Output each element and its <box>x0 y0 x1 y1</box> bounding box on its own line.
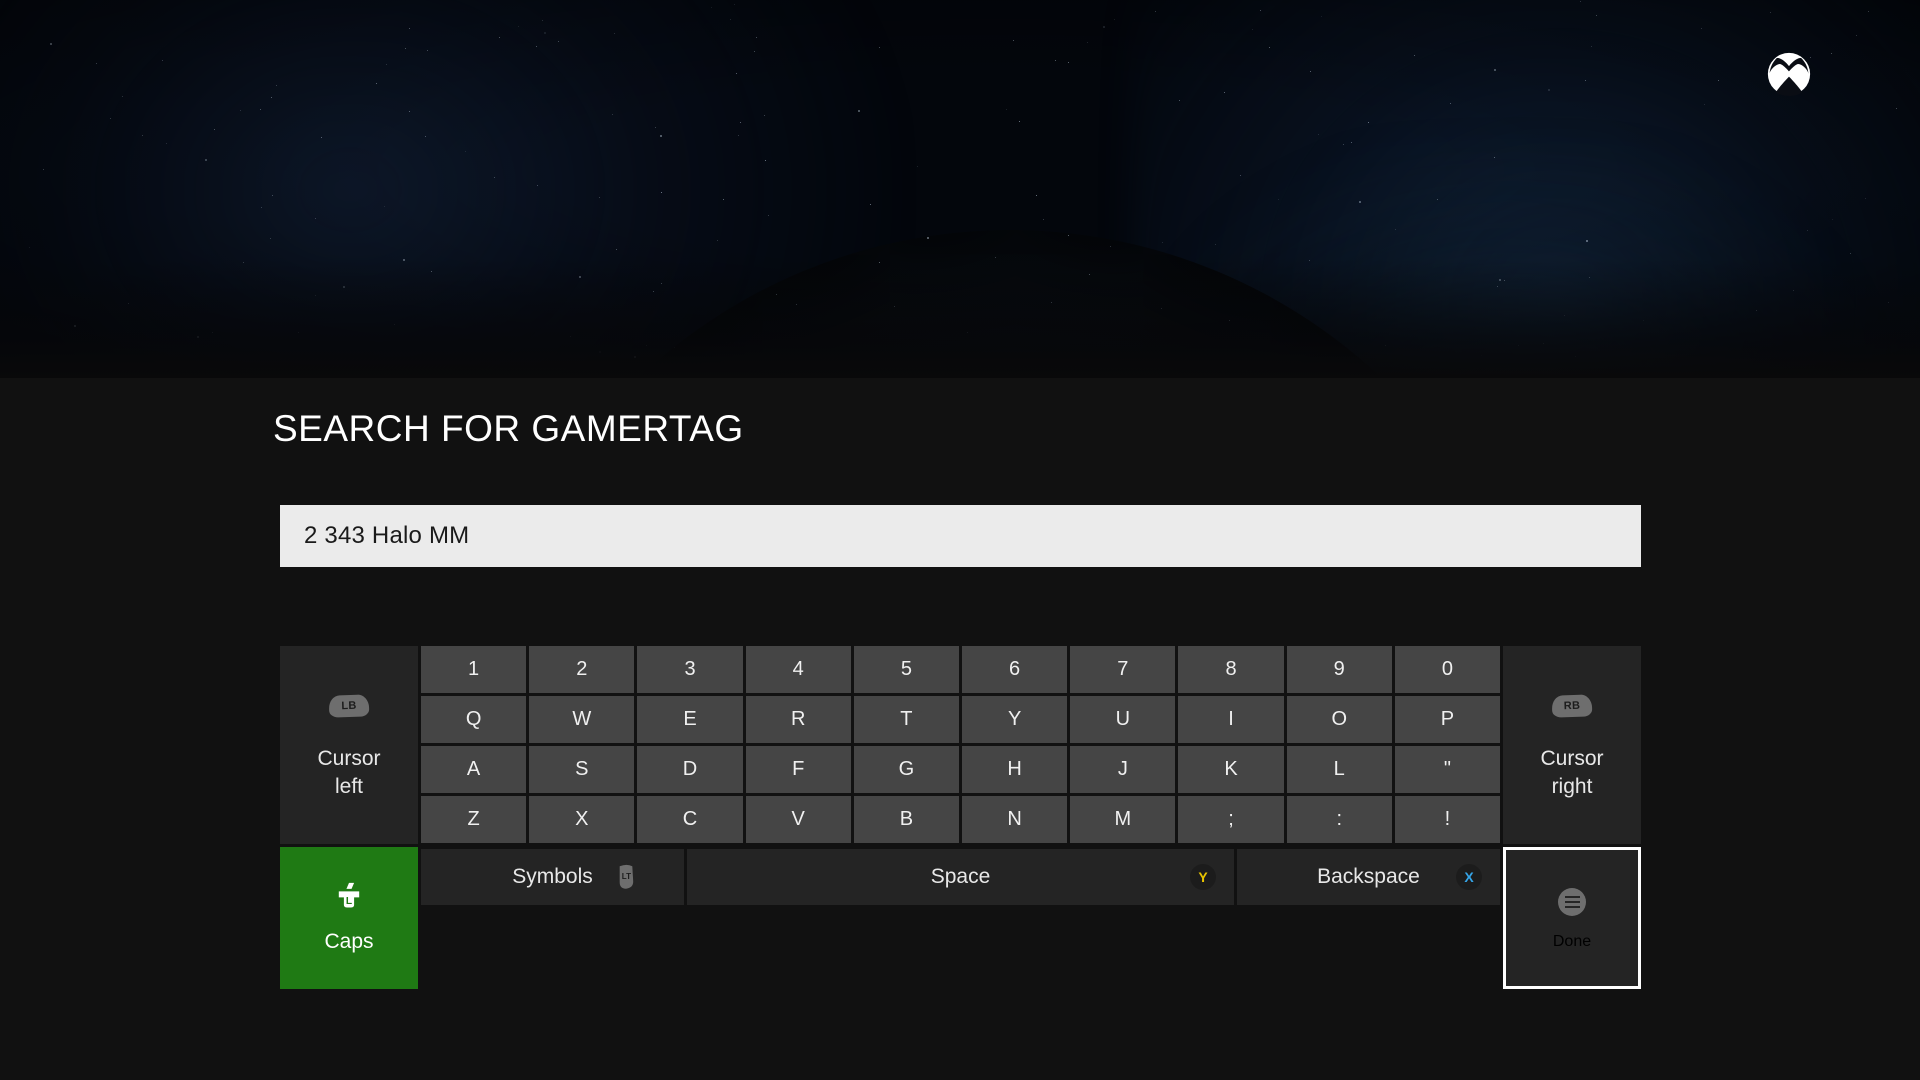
xbox-keyboard-screen: SEARCH FOR GAMERTAG 2 343 Halo MM LB Cur… <box>0 0 1920 1080</box>
key-1[interactable]: 1 <box>421 646 527 693</box>
key-s[interactable]: S <box>529 746 635 793</box>
menu-line-3 <box>1564 906 1580 908</box>
lt-trigger-icon: LT <box>614 864 638 891</box>
key-x[interactable]: X <box>529 796 635 843</box>
key-j[interactable]: J <box>1070 746 1176 793</box>
search-input[interactable]: 2 343 Halo MM <box>280 505 1641 567</box>
cursor-right-label: Cursor right <box>1540 745 1603 802</box>
rb-bumper-icon: RB <box>1551 689 1593 723</box>
hero-bottom-fade <box>0 258 1920 378</box>
key-k[interactable]: K <box>1178 746 1284 793</box>
lt-trigger-icon: L <box>332 880 366 914</box>
key-q[interactable]: Q <box>421 696 527 743</box>
cursor-left-button[interactable]: LB Cursor left <box>280 646 418 844</box>
virtual-keyboard: LB Cursor left L Caps 1 2 3 4 5 6 7 8 9 … <box>280 646 1643 1030</box>
keyboard-left-column: LB Cursor left L Caps <box>280 646 418 989</box>
cursor-right-label-line2: right <box>1551 775 1593 798</box>
caps-label: Caps <box>324 929 374 953</box>
lb-bumper-label: LB <box>328 693 370 718</box>
svg-text:L: L <box>346 896 352 907</box>
key-z[interactable]: Z <box>421 796 527 843</box>
key-w[interactable]: W <box>529 696 635 743</box>
key-3[interactable]: 3 <box>637 646 743 693</box>
key-colon[interactable]: : <box>1286 796 1392 843</box>
keyboard-panel: SEARCH FOR GAMERTAG 2 343 Halo MM LB Cur… <box>0 378 1920 1080</box>
page-title: SEARCH FOR GAMERTAG <box>273 408 744 449</box>
menu-line-1 <box>1564 896 1580 898</box>
menu-line-2 <box>1564 901 1580 903</box>
keyboard-right-column: RB Cursor right Done <box>1501 646 1643 991</box>
key-e[interactable]: E <box>637 696 743 743</box>
key-a[interactable]: A <box>421 746 527 793</box>
x-button-icon: X <box>1456 864 1482 890</box>
key-p[interactable]: P <box>1394 696 1501 743</box>
key-2[interactable]: 2 <box>529 646 635 693</box>
keyboard-bottom-row: Symbols LT Space Y Backspace X <box>421 849 1500 905</box>
key-d[interactable]: D <box>637 746 743 793</box>
key-c[interactable]: C <box>637 796 743 843</box>
key-o[interactable]: O <box>1286 696 1392 743</box>
cursor-left-label-line2: left <box>334 775 363 798</box>
key-r[interactable]: R <box>745 696 851 743</box>
x-button-label: X <box>1456 864 1482 890</box>
key-8[interactable]: 8 <box>1178 646 1284 693</box>
done-label: Done <box>1552 933 1592 950</box>
key-t[interactable]: T <box>853 696 960 743</box>
cursor-left-label: Cursor left <box>317 745 380 802</box>
rb-bumper-label: RB <box>1551 693 1593 718</box>
key-m[interactable]: M <box>1070 796 1176 843</box>
key-l[interactable]: L <box>1286 746 1392 793</box>
key-semicolon[interactable]: ; <box>1178 796 1284 843</box>
y-button-icon: Y <box>1190 864 1216 890</box>
key-7[interactable]: 7 <box>1070 646 1176 693</box>
keyboard-row-numbers: 1 2 3 4 5 6 7 8 9 0 <box>421 646 1501 693</box>
backspace-button[interactable]: Backspace X <box>1237 849 1500 905</box>
space-label: Space <box>930 865 991 888</box>
keyboard-key-grid: 1 2 3 4 5 6 7 8 9 0 Q W E R T Y U I O P … <box>421 646 1501 846</box>
symbols-button[interactable]: Symbols LT <box>421 849 684 905</box>
key-g[interactable]: G <box>853 746 960 793</box>
key-h[interactable]: H <box>962 746 1068 793</box>
keyboard-row-qwerty: Q W E R T Y U I O P <box>421 696 1501 743</box>
lb-bumper-icon: LB <box>328 689 370 723</box>
cursor-left-label-line1: Cursor <box>317 746 381 770</box>
key-exclamation[interactable]: ! <box>1394 796 1501 843</box>
menu-circle-glyph <box>1558 888 1586 916</box>
svg-text:LT: LT <box>622 872 631 881</box>
cursor-right-button[interactable]: RB Cursor right <box>1503 646 1641 844</box>
key-6[interactable]: 6 <box>962 646 1068 693</box>
key-n[interactable]: N <box>962 796 1068 843</box>
space-button[interactable]: Space Y <box>687 849 1234 905</box>
menu-button-icon <box>1558 885 1586 919</box>
key-u[interactable]: U <box>1070 696 1176 743</box>
backspace-label: Backspace <box>1317 865 1420 888</box>
key-v[interactable]: V <box>745 796 851 843</box>
key-4[interactable]: 4 <box>745 646 851 693</box>
symbols-label: Symbols <box>512 865 593 888</box>
key-9[interactable]: 9 <box>1286 646 1392 693</box>
key-f[interactable]: F <box>745 746 851 793</box>
cursor-right-label-line1: Cursor <box>1540 746 1604 770</box>
caps-button[interactable]: L Caps <box>280 847 418 989</box>
key-b[interactable]: B <box>853 796 960 843</box>
key-0[interactable]: 0 <box>1394 646 1501 693</box>
keyboard-row-asdf: A S D F G H J K L " <box>421 746 1501 793</box>
key-5[interactable]: 5 <box>853 646 960 693</box>
key-y[interactable]: Y <box>962 696 1068 743</box>
search-input-value: 2 343 Halo MM <box>304 522 470 549</box>
keyboard-row-zxcv: Z X C V B N M ; : ! <box>421 796 1501 843</box>
done-button[interactable]: Done <box>1501 845 1643 991</box>
key-quote[interactable]: " <box>1394 746 1501 793</box>
xbox-nexus-icon <box>1767 52 1811 96</box>
key-i[interactable]: I <box>1178 696 1284 743</box>
background-hero-image <box>0 0 1920 378</box>
y-button-label: Y <box>1190 864 1216 890</box>
